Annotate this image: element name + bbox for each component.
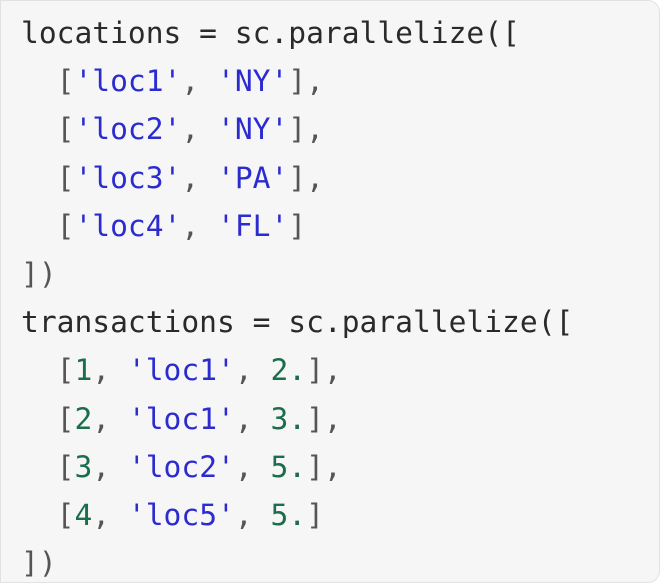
code-line: [2, 'loc1', 3.], (21, 395, 573, 443)
code-token: 'loc1' (74, 64, 182, 99)
code-token: [ (21, 160, 75, 195)
code-token: 2 (74, 401, 93, 436)
code-line: ['loc3', 'PA'], (21, 154, 573, 202)
code-token: 'FL' (217, 208, 289, 243)
code-token: [ (21, 112, 75, 147)
code-token: ], (306, 401, 342, 436)
code-token: [ (21, 208, 75, 243)
code-token: [ (21, 449, 75, 484)
code-token: 'PA' (217, 160, 289, 195)
code-token: [ (21, 497, 75, 532)
code-token: 3 (74, 449, 93, 484)
code-token: ], (306, 353, 342, 388)
code-token: , (234, 449, 271, 484)
code-block: locations = sc.parallelize([ ['loc1', 'N… (0, 0, 660, 583)
code-token: locations = sc.parallelize([ (21, 16, 520, 50)
code-token: transactions = sc.parallelize([ (21, 305, 574, 340)
code-token: 'loc4' (74, 208, 182, 243)
code-token: 'loc2' (127, 449, 235, 484)
code-token: , (92, 401, 128, 436)
code-token: 'NY' (217, 112, 289, 147)
code-line: ['loc4', 'FL'] (21, 202, 573, 250)
code-line: [3, 'loc2', 5.], (21, 443, 573, 491)
code-line: ]) (21, 250, 573, 298)
code-token: , (92, 497, 128, 532)
code-line: [1, 'loc1', 2.], (21, 346, 573, 394)
code-token: 5. (270, 449, 307, 484)
code-token: , (92, 449, 128, 484)
code-token: [ (21, 64, 75, 99)
code-token: 'loc1' (127, 401, 235, 436)
code-token: [ (21, 401, 75, 436)
code-token: ]) (21, 546, 57, 581)
code-line: [4, 'loc5', 5.] (21, 491, 573, 539)
code-token: ], (306, 449, 342, 484)
code-token: ]) (21, 256, 57, 291)
code-token: 1 (74, 353, 93, 388)
code-token: 'loc3' (74, 160, 182, 195)
code-line: ['loc1', 'NY'], (21, 57, 573, 105)
code-token: ], (288, 160, 324, 195)
code-token: , (181, 208, 217, 243)
code-token: , (181, 64, 217, 99)
code-token: , (181, 160, 217, 195)
code-token: 3. (270, 401, 307, 436)
code-token: 5. (270, 497, 307, 532)
code-line: locations = sc.parallelize([ (21, 9, 573, 57)
code-token: ], (288, 112, 324, 147)
code-line: transactions = sc.parallelize([ (21, 298, 573, 346)
code-token: , (234, 353, 271, 388)
code-token: ] (288, 208, 307, 243)
code-token: 'NY' (217, 64, 289, 99)
code-text: locations = sc.parallelize([ ['loc1', 'N… (21, 9, 573, 582)
code-token: 2. (270, 353, 307, 388)
code-token: ] (306, 497, 324, 532)
code-line: ]) (21, 539, 573, 582)
code-token: 'loc2' (74, 112, 182, 147)
code-token: [ (21, 353, 75, 388)
code-token: 4 (74, 497, 93, 532)
code-token: ], (288, 64, 324, 99)
code-line: ['loc2', 'NY'], (21, 105, 573, 153)
code-token: , (92, 353, 128, 388)
code-token: 'loc5' (127, 497, 235, 532)
code-token: , (234, 401, 271, 436)
code-token: 'loc1' (127, 353, 235, 388)
code-token: , (234, 497, 271, 532)
code-token: , (181, 112, 217, 147)
